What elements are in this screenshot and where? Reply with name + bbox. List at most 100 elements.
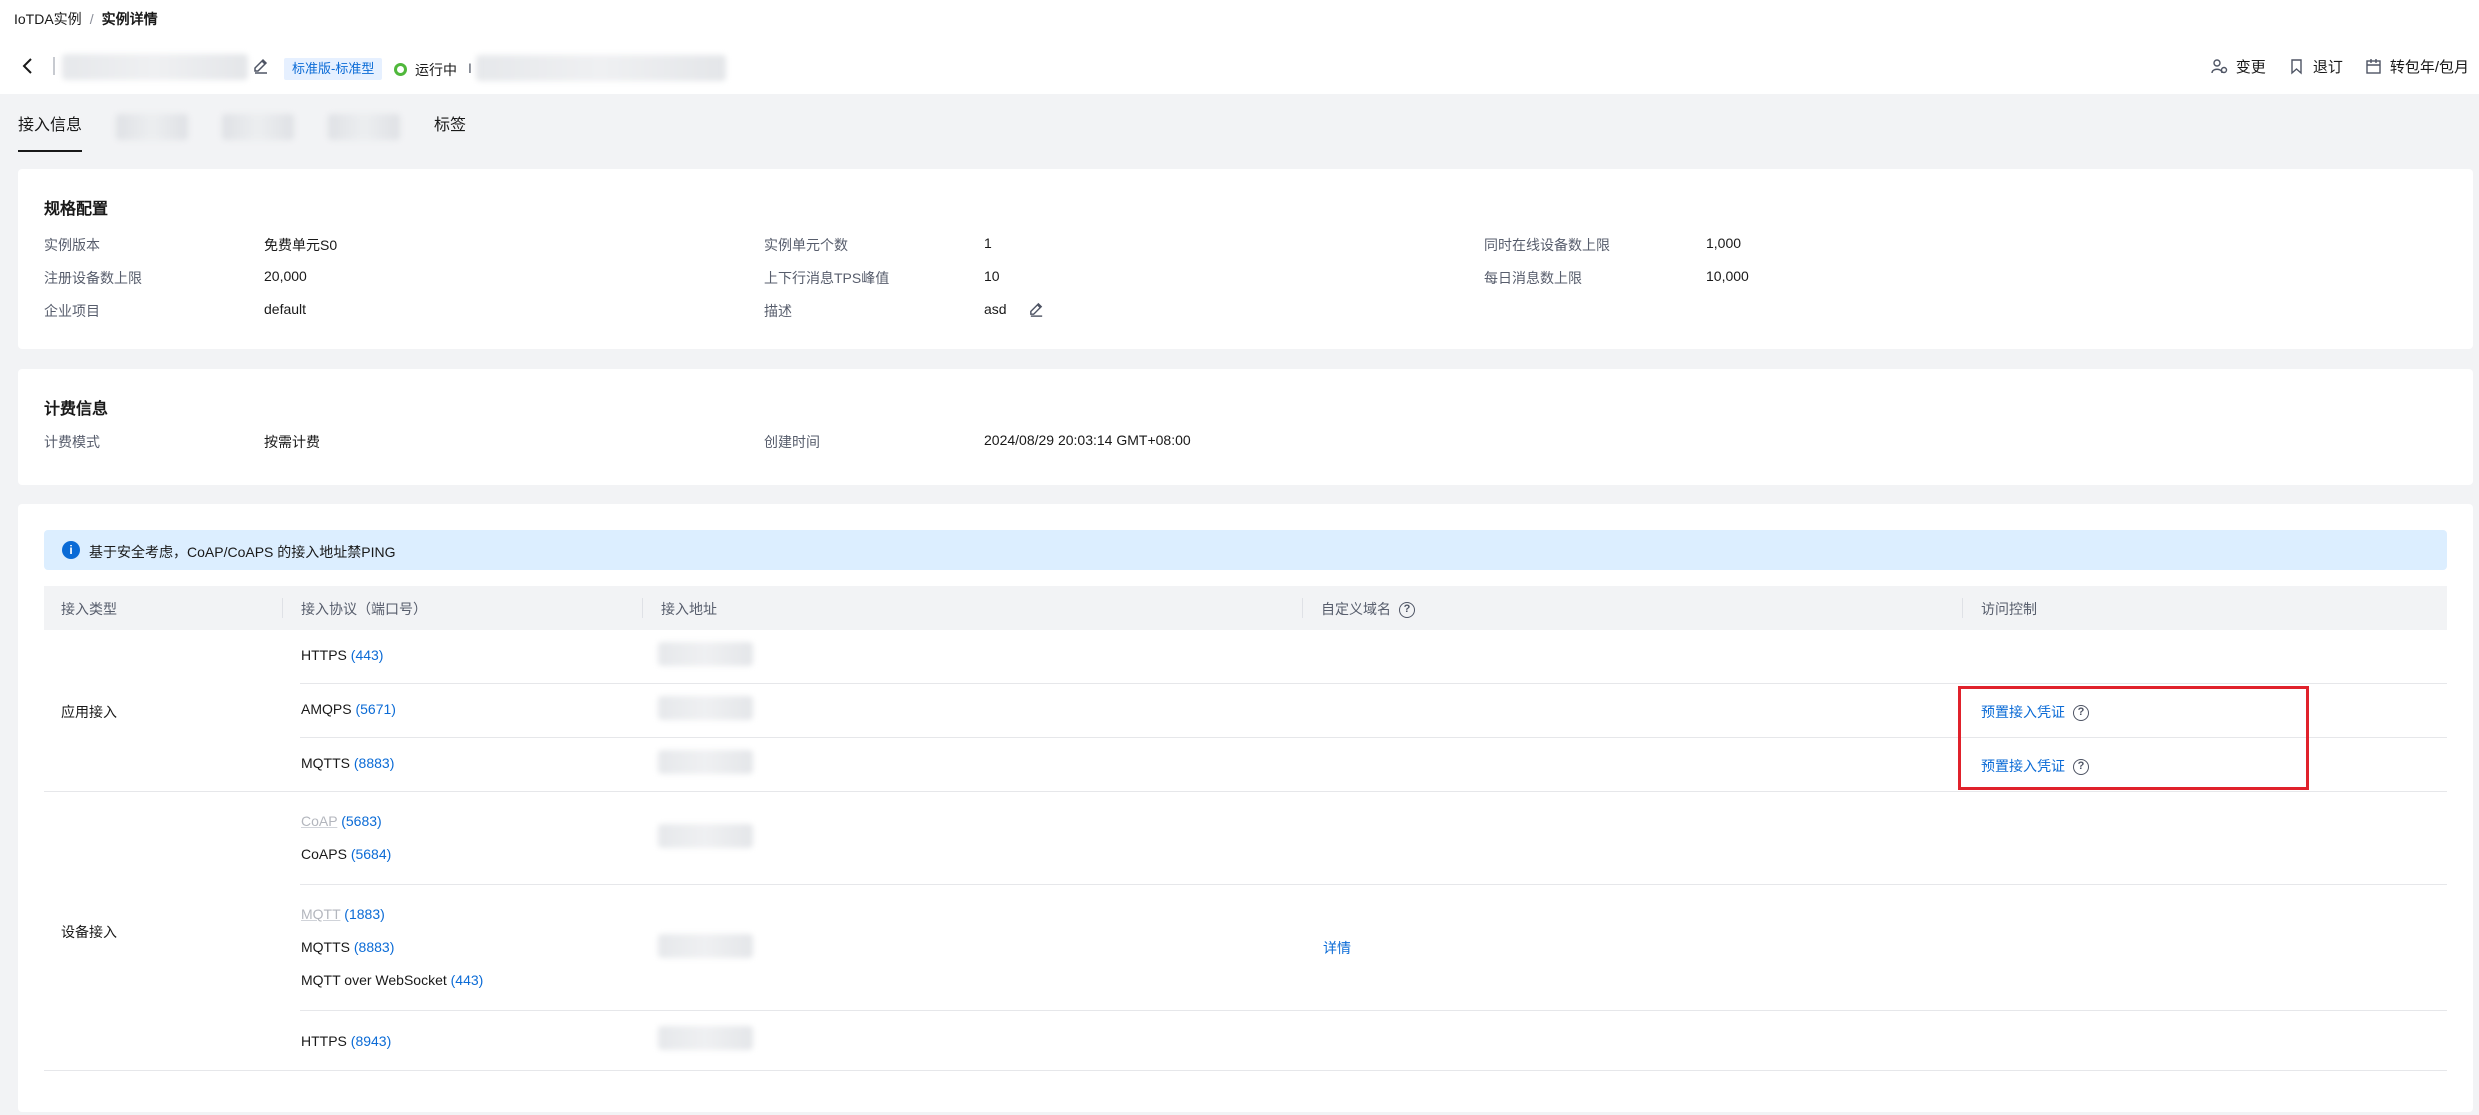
protocol-mqtt-websocket: MQTT over WebSocket (443) — [301, 972, 483, 988]
calendar-icon — [2366, 59, 2381, 74]
col-custom-domain-label: 自定义域名 — [1321, 601, 1391, 617]
row-divider — [44, 1070, 2447, 1071]
billing-title: 计费信息 — [44, 401, 109, 418]
protocol-port: (5684) — [350, 846, 392, 862]
col-divider — [282, 598, 283, 618]
address-redacted — [658, 750, 753, 774]
change-button[interactable]: 变更 — [2211, 56, 2266, 77]
protocol-name: MQTTS — [301, 939, 350, 955]
header-actions: 变更 退订 转包年/包月 — [2211, 56, 2469, 77]
protocol-port: (443) — [350, 647, 384, 663]
row-divider — [44, 791, 2447, 792]
tab-redacted-3[interactable] — [328, 114, 401, 140]
detail-tabs: 接入信息 标签 — [18, 114, 466, 152]
protocol-name: HTTPS — [301, 647, 347, 663]
security-notice: i 基于安全考虑，CoAP/CoAPS 的接入地址禁PING — [44, 530, 2447, 570]
protocol-port: (443) — [450, 972, 484, 988]
back-arrow-icon[interactable] — [18, 56, 38, 76]
row-divider — [300, 884, 2447, 885]
tab-redacted-2[interactable] — [222, 114, 295, 140]
protocol-name: AMQPS — [301, 701, 352, 717]
spec-title: 规格配置 — [44, 201, 109, 218]
protocol-name: CoAPS — [301, 846, 347, 862]
change-label: 变更 — [2235, 59, 2266, 76]
instance-id-prefix: I — [468, 60, 472, 76]
col-divider — [1302, 598, 1303, 618]
tab-tags[interactable]: 标签 — [434, 114, 466, 152]
header-bar: IoTDA实例 / 实例详情 标准版-标准型 运行中 I 变更 退订 转包年/包月 — [0, 0, 2479, 94]
address-redacted — [658, 696, 753, 720]
spec-value: 10,000 — [1706, 268, 1749, 284]
protocol-name: HTTPS — [301, 1033, 347, 1049]
protocol-mqtts-app: MQTTS (8883) — [301, 755, 394, 771]
change-icon — [2211, 59, 2227, 74]
billing-mode-value: 按需计费 — [264, 434, 320, 450]
spec-label: 注册设备数上限 — [44, 270, 142, 286]
convert-yearly-label: 转包年/包月 — [2389, 59, 2469, 76]
bookmark-icon — [2291, 59, 2302, 75]
protocol-port: (1883) — [344, 906, 385, 922]
protocol-mqtts-dev: MQTTS (8883) — [301, 939, 394, 955]
protocol-name: MQTT over WebSocket — [301, 972, 447, 988]
protocol-https-443: HTTPS (443) — [301, 647, 383, 663]
highlight-box — [1958, 686, 2309, 790]
billing-mode-label: 计费模式 — [44, 434, 100, 450]
convert-yearly-button[interactable]: 转包年/包月 — [2365, 56, 2469, 77]
unsubscribe-button[interactable]: 退订 — [2288, 56, 2343, 77]
row-divider — [300, 683, 2447, 684]
edit-name-icon[interactable] — [252, 57, 270, 75]
spec-label: 上下行消息TPS峰值 — [764, 270, 890, 286]
col-custom-domain: 自定义域名? — [1321, 599, 1415, 619]
protocol-https-8943: HTTPS (8943) — [301, 1033, 391, 1049]
spec-value: asd — [984, 301, 1007, 317]
protocol-port: (8943) — [350, 1033, 392, 1049]
billing-card: 计费信息 计费模式 按需计费 创建时间 2024/08/29 20:03:14 … — [18, 369, 2473, 485]
breadcrumb-parent[interactable]: IoTDA实例 — [14, 11, 82, 27]
protocol-name: CoAP — [301, 813, 338, 829]
created-value: 2024/08/29 20:03:14 GMT+08:00 — [984, 432, 1191, 448]
running-status-icon — [394, 63, 407, 76]
spec-value: 1 — [984, 235, 992, 251]
access-card: i 基于安全考虑，CoAP/CoAPS 的接入地址禁PING 接入类型 接入协议… — [18, 504, 2473, 1112]
spec-label: 同时在线设备数上限 — [1484, 237, 1610, 253]
spec-value: 10 — [984, 268, 1000, 284]
col-protocol: 接入协议（端口号） — [301, 601, 427, 617]
col-access-type: 接入类型 — [61, 601, 117, 617]
col-divider — [1962, 598, 1963, 618]
unsubscribe-label: 退订 — [2312, 59, 2343, 76]
breadcrumb-separator: / — [89, 11, 94, 27]
edition-tag: 标准版-标准型 — [284, 58, 383, 80]
spec-label: 实例单元个数 — [764, 237, 848, 253]
spec-value: 1,000 — [1706, 235, 1742, 251]
edit-description-icon[interactable] — [1028, 301, 1045, 318]
spec-value: default — [264, 301, 307, 317]
spec-label: 每日消息数上限 — [1484, 270, 1582, 286]
device-access-type: 设备接入 — [61, 924, 117, 940]
instance-id-redacted — [476, 55, 726, 81]
notice-text: 基于安全考虑，CoAP/CoAPS 的接入地址禁PING — [89, 544, 396, 560]
info-icon: i — [62, 541, 80, 559]
col-access-control: 访问控制 — [1981, 601, 2037, 617]
help-icon[interactable]: ? — [1399, 602, 1415, 619]
app-access-type: 应用接入 — [61, 704, 117, 720]
custom-domain-details-link[interactable]: 详情 — [1323, 938, 1351, 958]
protocol-coaps: CoAPS (5684) — [301, 846, 391, 862]
col-address: 接入地址 — [661, 601, 717, 617]
tab-redacted-1[interactable] — [116, 114, 189, 140]
address-redacted — [658, 824, 753, 848]
address-redacted — [658, 1026, 753, 1050]
protocol-coap: CoAP (5683) — [301, 813, 382, 829]
protocol-port: (8883) — [353, 939, 395, 955]
spec-label: 实例版本 — [44, 237, 100, 253]
col-divider — [642, 598, 643, 618]
protocol-port: (5671) — [355, 701, 396, 717]
row-divider — [300, 1010, 2447, 1011]
created-label: 创建时间 — [764, 434, 820, 450]
tab-access-info[interactable]: 接入信息 — [18, 114, 83, 152]
protocol-mqtt: MQTT (1883) — [301, 906, 385, 922]
spec-card: 规格配置 实例版本 免费单元S0 实例单元个数 1 同时在线设备数上限 1,00… — [18, 169, 2473, 349]
breadcrumb-current: 实例详情 — [101, 11, 158, 27]
spec-label: 企业项目 — [44, 303, 100, 319]
protocol-name: MQTT — [301, 906, 341, 922]
status-text: 运行中 — [415, 62, 457, 78]
